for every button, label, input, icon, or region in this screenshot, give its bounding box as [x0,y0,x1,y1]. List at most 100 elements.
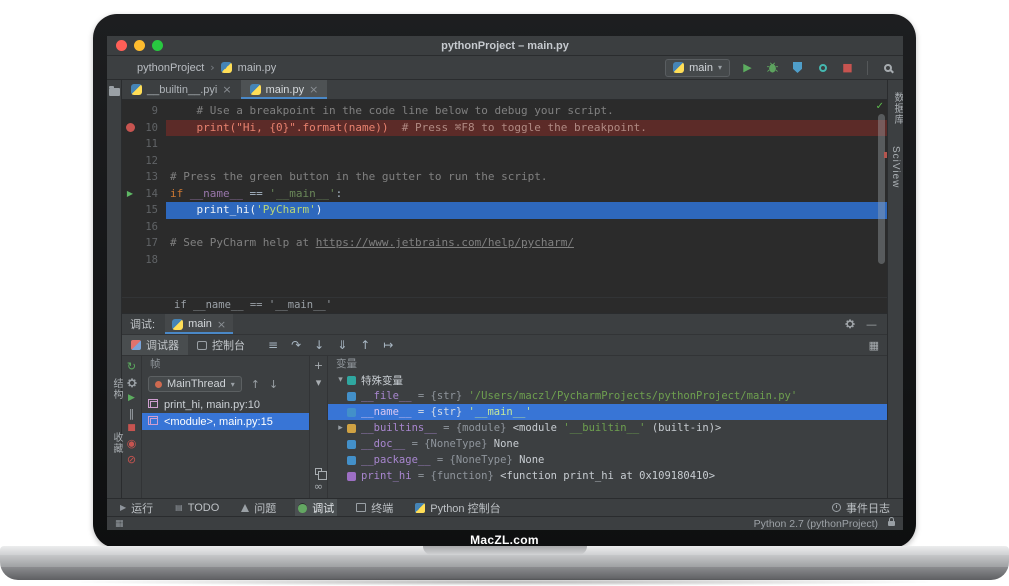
toolwindow-button-problems[interactable]: 问题 [238,499,279,516]
breadcrumb-project[interactable]: pythonProject [137,62,204,74]
group-variable-icon [347,376,356,385]
resume-icon[interactable]: ▶ [128,394,135,403]
copy-icon[interactable] [315,468,322,475]
run-button[interactable]: ▶ [740,60,755,75]
pause-icon[interactable]: ‖ [129,408,135,419]
close-icon[interactable]: × [309,83,318,96]
tree-toggle-icon[interactable]: ▸ [334,423,347,433]
run-config-selector[interactable]: main ▾ [665,59,730,77]
settings-menu-icon[interactable]: ≡ [268,339,278,351]
lock-icon[interactable] [888,521,895,526]
toolwindow-button-python[interactable]: Python 控制台 [412,499,503,516]
editor-line[interactable]: 16 [122,219,887,236]
debug-session-tab[interactable]: main × [165,314,233,334]
view-breakpoints-icon[interactable]: ◉ [127,438,137,449]
line-gutter[interactable]: 12 [122,153,166,170]
toolwindow-button-run[interactable]: ▶运行 [117,499,156,516]
editor-line[interactable]: 13 # Press the green button in the gutter… [122,169,887,186]
tab-builtin-pyi[interactable]: __builtin__.pyi × [122,80,241,99]
debug-button[interactable] [765,60,780,75]
toolwindow-button-debug[interactable]: 调试 [295,499,337,516]
variable-row[interactable]: __name__ = {str} '__main__' [328,404,887,420]
next-frame-icon[interactable]: ↓ [269,378,278,391]
structure-tool-button[interactable]: 结构 [109,378,124,400]
tab-main-py[interactable]: main.py × [241,80,328,99]
line-gutter[interactable]: 18 [122,252,166,269]
line-gutter[interactable]: ▶14 [122,186,166,203]
mute-breakpoints-icon[interactable]: ⊘ [127,454,136,465]
python-icon [415,503,425,513]
tab-console[interactable]: 控制台 [188,335,254,355]
line-gutter[interactable]: 10 [122,120,166,137]
database-tool-button[interactable]: 数据库 [890,92,903,125]
hide-panel-icon[interactable]: — [866,318,877,331]
add-icon[interactable]: + [314,360,323,371]
editor-line[interactable]: 12 [122,153,887,170]
variable-row[interactable]: __package__ = {NoneType} None [328,452,887,468]
variable-row[interactable]: ▾特殊变量 [328,372,887,388]
profiler-button[interactable] [815,60,830,75]
editor-line[interactable]: 9 # Use a breakpoint in the code line be… [122,103,887,120]
rerun-icon[interactable]: ↻ [127,361,136,372]
line-gutter[interactable]: 16 [122,219,166,236]
code-segment: # Press the green button in the gutter t… [170,170,548,183]
thread-selector[interactable]: MainThread ▾ [148,376,242,392]
breadcrumb-file[interactable]: main.py [238,62,277,74]
interpreter-label[interactable]: Python 2.7 (pythonProject) [754,518,878,530]
code-editor[interactable]: 9 # Use a breakpoint in the code line be… [122,100,887,297]
variable-row[interactable]: ▸__builtins__ = {module} <module '__buil… [328,420,887,436]
tab-debugger[interactable]: 调试器 [122,335,188,355]
sciview-tool-button[interactable]: SciView [890,146,901,188]
line-gutter[interactable]: 9 [122,103,166,120]
stop-button[interactable]: ■ [840,60,855,75]
run-to-cursor-icon[interactable]: ↦ [383,339,393,351]
force-step-into-icon[interactable]: ⇓ [337,339,347,351]
breakpoint-icon[interactable] [122,120,138,137]
frame-row[interactable]: <module>, main.py:15 [142,413,309,430]
laptop-notch [423,546,587,555]
search-everywhere-button[interactable] [880,60,895,75]
editor-line[interactable]: 17# See PyCharm help at https://www.jetb… [122,235,887,252]
variable-row[interactable]: __file__ = {str} '/Users/maczl/PycharmPr… [328,388,887,404]
run-icon[interactable]: ▶ [122,186,138,203]
collapse-icon[interactable]: ▾ [316,377,322,388]
favorites-tool-button[interactable]: 收藏 [109,432,124,454]
coverage-button[interactable] [790,60,805,75]
frame-row[interactable]: print_hi, main.py:10 [142,396,309,413]
editor-line[interactable]: 18 [122,252,887,269]
step-over-icon[interactable]: ↷ [291,339,301,351]
editor-scrollbar[interactable] [878,114,885,264]
stepping-actions: ≡ ↷ ↓ ⇓ ↑ ↦ [268,339,393,351]
line-gutter[interactable]: 17 [122,235,166,252]
line-gutter[interactable]: 13 [122,169,166,186]
close-icon[interactable]: × [217,318,226,331]
close-icon[interactable]: × [222,83,231,96]
minimize-window-button[interactable] [134,40,145,51]
editor-line[interactable]: 10 print("Hi, {0}".format(name)) # Press… [122,120,887,137]
variable-row[interactable]: __doc__ = {NoneType} None [328,436,887,452]
stop-icon[interactable]: ■ [127,424,136,433]
editor-line[interactable]: 11 [122,136,887,153]
tree-toggle-icon[interactable]: ▾ [334,375,347,385]
editor-breadcrumb-bar[interactable]: if __name__ == '__main__' [122,297,887,313]
layout-icon[interactable]: ▦ [869,339,879,352]
step-into-icon[interactable]: ↓ [314,339,324,351]
editor-line[interactable]: 15 print_hi('PyCharm') [122,202,887,219]
step-out-icon[interactable]: ↑ [360,339,370,351]
toolwindow-button-event-log[interactable]: 事件日志 [829,500,893,516]
tool-windows-icon[interactable]: ▦ [115,519,124,529]
line-gutter[interactable]: 15 [122,202,166,219]
previous-frame-icon[interactable]: ↑ [251,378,260,391]
evaluate-icon[interactable]: ∞ [314,481,323,492]
settings-gear-icon[interactable] [844,318,856,330]
toolwindow-button-todo[interactable]: ▤TODO [172,499,222,516]
variable-row[interactable]: print_hi = {function} <function print_hi… [328,468,887,484]
project-tool-icon[interactable] [109,88,120,96]
close-window-button[interactable] [116,40,127,51]
zoom-window-button[interactable] [152,40,163,51]
line-gutter[interactable]: 11 [122,136,166,153]
toolwindow-button-terminal[interactable]: 终端 [353,499,396,516]
inspection-ok-icon[interactable]: ✓ [876,101,884,112]
editor-line[interactable]: ▶14if __name__ == '__main__': [122,186,887,203]
settings-icon[interactable] [126,377,138,389]
